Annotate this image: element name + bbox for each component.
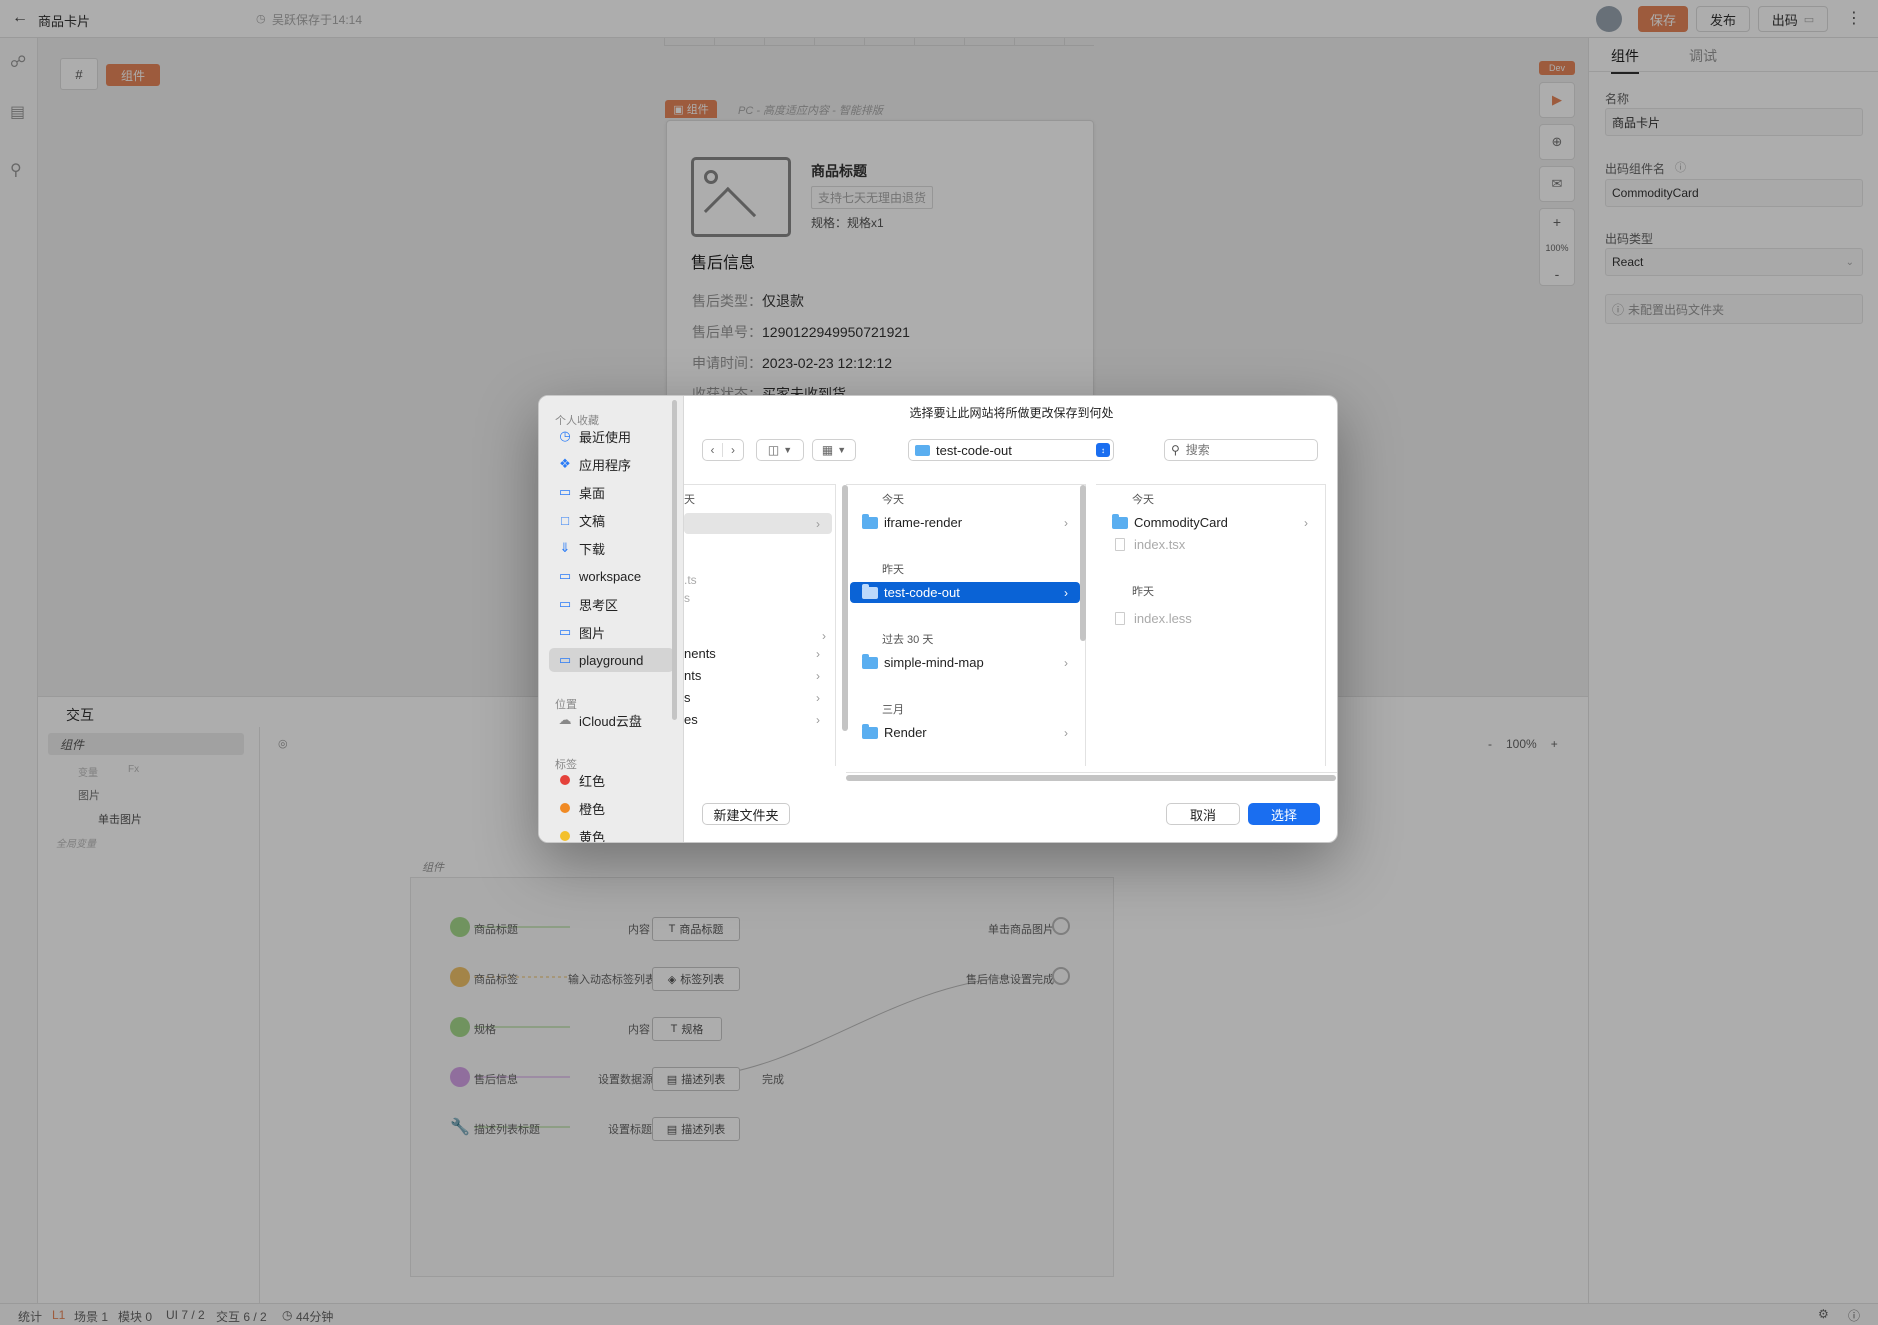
chevron-right-icon: ›	[1064, 585, 1068, 600]
column-heading: 过去 30 天	[882, 634, 934, 646]
sidebar-item-playground[interactable]: ▭ playground	[549, 648, 674, 672]
sidebar-item-downloads[interactable]: ⇓ 下载	[549, 536, 674, 560]
dialog-title: 选择要让此网站将所做更改保存到何处	[909, 405, 1114, 420]
chevron-right-icon: ›	[816, 516, 820, 531]
search-field[interactable]: ⚲	[1164, 439, 1318, 461]
column-view-button[interactable]: ◫ ▼	[756, 439, 804, 461]
search-icon: ⚲	[1171, 443, 1180, 457]
sidebar-tag-red[interactable]: 红色	[549, 768, 674, 792]
tag-dot-icon	[560, 803, 570, 813]
list-item-render[interactable]: Render ›	[850, 722, 1080, 743]
search-input[interactable]	[1185, 443, 1306, 457]
tag-dot-icon	[560, 775, 570, 785]
grid-icon: ▦	[821, 443, 834, 457]
file-save-dialog: 个人收藏 ◷ 最近使用 ❖ 应用程序 ▭ 桌面 □ 文稿 ⇓ 下载 ▭ workspace …	[538, 395, 1338, 843]
sidebar-item-recents[interactable]: ◷ 最近使用	[549, 424, 674, 448]
sidebar-tag-orange[interactable]: 橙色	[549, 796, 674, 820]
list-item-commodity-card[interactable]: CommodityCard ›	[1100, 512, 1320, 533]
folder-icon	[862, 653, 878, 669]
list-item-iframe-render[interactable]: iframe-render ›	[850, 512, 1080, 533]
horizontal-scrollbar[interactable]	[846, 775, 1336, 781]
columns-icon: ◫	[767, 443, 780, 457]
folder-icon: ▭	[558, 568, 572, 583]
sidebar-item-thinking[interactable]: ▭ 思考区	[549, 592, 674, 616]
back-chevron-icon[interactable]: ‹	[703, 443, 723, 457]
browser-column-3: 今天 CommodityCard › index.tsx 昨天 index.les…	[1096, 484, 1326, 766]
list-item[interactable]: s ›	[684, 687, 832, 708]
chevron-right-icon: ›	[822, 629, 826, 643]
sidebar-item-icloud[interactable]: ☁ iCloud云盘	[549, 708, 674, 732]
dialog-sidebar: 个人收藏 ◷ 最近使用 ❖ 应用程序 ▭ 桌面 □ 文稿 ⇓ 下载 ▭ workspace …	[539, 396, 684, 842]
choose-button[interactable]: 选择	[1248, 803, 1320, 825]
folder-icon	[915, 444, 930, 456]
folder-icon	[862, 723, 878, 739]
list-item-index-tsx[interactable]: index.tsx	[1100, 534, 1320, 555]
list-item[interactable]: ›	[684, 513, 832, 534]
document-icon: □	[561, 512, 569, 528]
sidebar-tag-yellow[interactable]: 黄色	[549, 824, 674, 842]
folder-icon	[1112, 513, 1128, 529]
chevron-right-icon: ›	[1064, 515, 1068, 530]
chevron-right-icon: ›	[1064, 655, 1068, 670]
browser-column-1: 天 › .ts s › nents › nts › s › es ›	[684, 484, 848, 766]
apps-icon: ❖	[559, 456, 571, 471]
column-heading: 天	[684, 494, 695, 506]
list-item[interactable]: s	[684, 591, 690, 605]
chevron-down-icon: ▼	[783, 445, 793, 455]
column-heading: 三月	[882, 704, 904, 716]
list-item[interactable]: nents ›	[684, 643, 832, 664]
file-icon	[1115, 538, 1125, 551]
nav-buttons: ‹ ›	[702, 439, 744, 461]
updown-chevron-icon: ↕	[1096, 443, 1110, 457]
column-heading: 今天	[1132, 494, 1154, 506]
folder-icon: ▭	[558, 652, 572, 667]
chevron-right-icon: ›	[816, 668, 820, 683]
cancel-button[interactable]: 取消	[1166, 803, 1240, 825]
list-item[interactable]: nts ›	[684, 665, 832, 686]
sidebar-item-applications[interactable]: ❖ 应用程序	[549, 452, 674, 476]
location-select[interactable]: test-code-out ↕	[908, 439, 1114, 461]
sidebar-item-pictures[interactable]: ▭ 图片	[549, 620, 674, 644]
folder-icon: ▭	[558, 624, 572, 639]
horizontal-scroll-track	[846, 772, 1337, 782]
group-view-button[interactable]: ▦ ▼	[812, 439, 856, 461]
folder-icon: ▭	[558, 596, 572, 611]
list-item-test-code-out[interactable]: test-code-out ›	[850, 582, 1080, 603]
forward-chevron-icon[interactable]: ›	[723, 443, 743, 457]
sidebar-item-desktop[interactable]: ▭ 桌面	[549, 480, 674, 504]
sidebar-scrollbar[interactable]	[672, 400, 677, 720]
column-heading: 昨天	[882, 564, 904, 576]
column-heading: 昨天	[1132, 586, 1154, 598]
new-folder-button[interactable]: 新建文件夹	[702, 803, 790, 825]
column-heading: 今天	[882, 494, 904, 506]
column-scrollbar[interactable]	[1080, 485, 1086, 641]
download-icon: ⇓	[559, 540, 571, 555]
list-item[interactable]: .ts	[684, 573, 697, 587]
list-item-simple-mind-map[interactable]: simple-mind-map ›	[850, 652, 1080, 673]
clock-icon: ◷	[559, 428, 571, 443]
chevron-right-icon: ›	[1064, 725, 1068, 740]
folder-icon	[862, 583, 878, 599]
sidebar-item-workspace[interactable]: ▭ workspace	[549, 564, 674, 588]
list-item-index-less[interactable]: index.less	[1100, 608, 1320, 629]
cloud-icon: ☁	[558, 712, 572, 727]
chevron-right-icon: ›	[816, 690, 820, 705]
folder-icon	[862, 513, 878, 529]
sidebar-item-documents[interactable]: □ 文稿	[549, 508, 674, 532]
tag-dot-icon	[560, 831, 570, 841]
list-item[interactable]: es ›	[684, 709, 832, 730]
desktop-icon: ▭	[558, 484, 572, 499]
file-icon	[1115, 612, 1125, 625]
chevron-right-icon: ›	[816, 646, 820, 661]
chevron-right-icon: ›	[816, 712, 820, 727]
browser-column-2: 今天 iframe-render › 昨天 test-code-out › 过去 3…	[846, 484, 1086, 766]
chevron-right-icon: ›	[1304, 515, 1308, 530]
chevron-down-icon: ▼	[837, 445, 847, 455]
